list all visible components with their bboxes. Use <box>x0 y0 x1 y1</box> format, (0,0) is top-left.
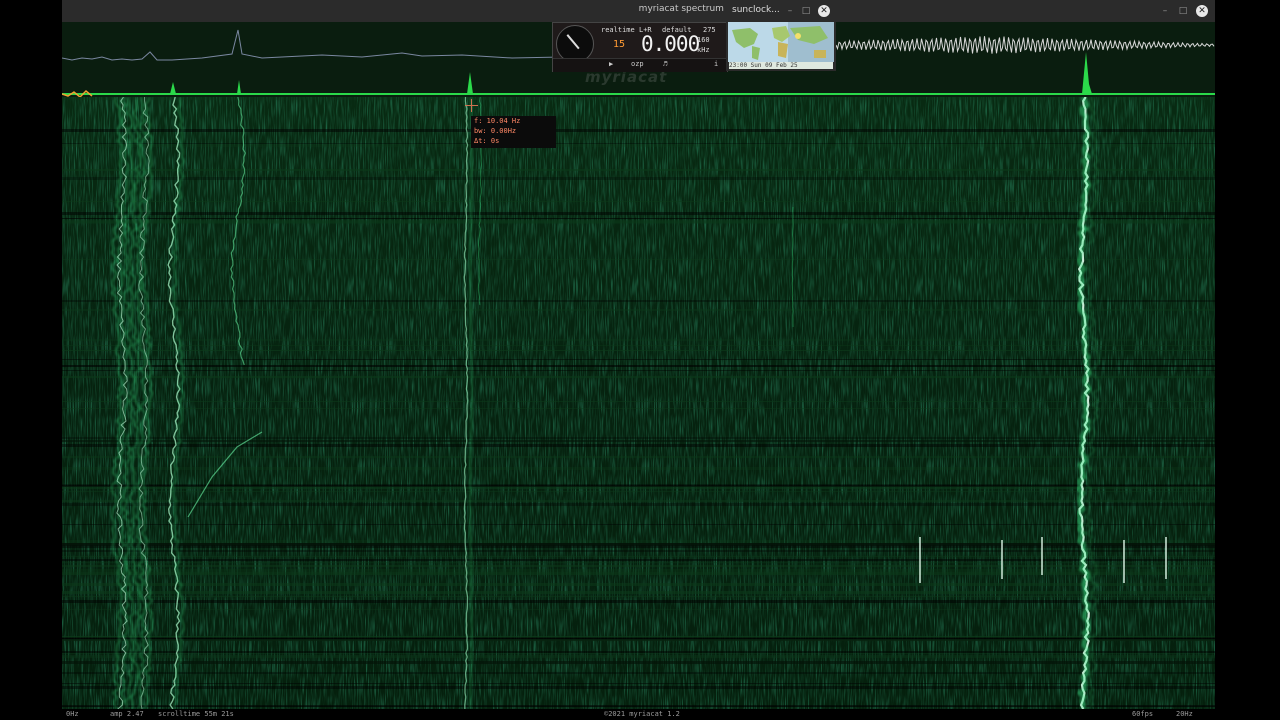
tuner-digit: 15 <box>613 39 626 50</box>
music-icon[interactable]: ♬ <box>663 60 667 68</box>
waterfall-band <box>62 146 1215 147</box>
tuner-button-row: ▶ ozp ♬ i <box>553 58 727 72</box>
sunclock-minimize-icon[interactable]: – <box>784 5 796 17</box>
waterfall-band <box>62 169 1215 171</box>
waterfall-band <box>62 583 1215 586</box>
sunclock-maximize-icon[interactable]: □ <box>800 5 812 17</box>
tuner-mode[interactable]: realtime <box>601 26 635 34</box>
waterfall-band <box>62 600 1215 603</box>
close-icon[interactable]: ✕ <box>1196 5 1208 17</box>
cursor-readout: f: 10.04 Hz bw: 0.00Hz Δt: 0s <box>471 116 556 148</box>
sunclock-window[interactable]: sunclock... – □ ✕ 23:00 Sun 09 Feb 25 <box>726 0 836 71</box>
status-right-frequency: 20Hz <box>1176 710 1193 718</box>
spectrum-peak-3 <box>170 82 176 94</box>
waterfall-band <box>62 339 1215 341</box>
waterfall-band <box>62 639 1215 641</box>
waterfall-band <box>62 609 1215 610</box>
waterfall-band <box>62 401 1215 402</box>
tuner-frequency: 0.000 <box>641 32 700 56</box>
waterfall-band <box>62 672 1215 674</box>
tuner-bins: 275 <box>703 26 716 34</box>
maximize-icon[interactable]: □ <box>1177 5 1189 17</box>
tuner-panel[interactable]: realtime L+R default 275 15 0.000 160 kH… <box>552 22 728 72</box>
waterfall-band <box>62 129 1215 132</box>
ozp-button[interactable]: ozp <box>631 60 644 68</box>
waterfall-band <box>62 440 1215 442</box>
waterfall-display[interactable] <box>62 97 1215 709</box>
tuner-unit: kHz <box>697 46 710 54</box>
waterfall-band <box>62 467 1215 470</box>
dial-needle <box>566 34 580 50</box>
waterfall-band <box>62 437 1215 439</box>
play-icon[interactable]: ▶ <box>609 60 613 68</box>
waterfall-band <box>62 259 1215 260</box>
waterfall-band <box>62 686 1215 689</box>
waterfall-band <box>62 651 1215 653</box>
status-amp: amp 2.47 <box>110 710 144 718</box>
waterfall-band <box>62 591 1215 594</box>
waterfall-band <box>62 655 1215 658</box>
waterfall-band <box>62 683 1215 684</box>
waterfall-band <box>62 653 1215 654</box>
waterfall-band <box>62 524 1215 525</box>
waterfall-band <box>62 503 1215 506</box>
waterfall-band <box>62 97 1215 100</box>
waterfall-band <box>62 370 1215 371</box>
status-copyright: ©2021 myriacat 1.2 <box>604 710 680 718</box>
readout-delta-time: Δt: 0s <box>474 137 500 145</box>
waterfall-band <box>62 359 1215 360</box>
waterfall-band <box>62 144 1215 146</box>
waterfall-band <box>62 300 1215 302</box>
world-map <box>728 22 834 62</box>
waterfall-band <box>62 376 1215 378</box>
oscilloscope-wave <box>836 36 1215 54</box>
waterfall-band <box>62 212 1215 215</box>
info-icon[interactable]: i <box>714 60 718 68</box>
waterfall-band <box>62 500 1215 502</box>
waterfall-band <box>62 143 1215 144</box>
waterfall-band <box>62 636 1215 638</box>
waterfall-band <box>62 596 1215 597</box>
waterfall-band <box>62 177 1215 180</box>
waterfall-band <box>62 220 1215 223</box>
status-bar: 0Hz amp 2.47 scrolltime 55m 21s ©2021 my… <box>62 709 1215 720</box>
spectrum-peak-4 <box>237 80 241 94</box>
sunclock-close-icon[interactable]: ✕ <box>818 5 830 17</box>
waterfall-noise <box>62 97 1215 709</box>
waterfall-band <box>62 365 1215 367</box>
oscilloscope-trace <box>836 36 1215 54</box>
waterfall-band <box>62 408 1215 409</box>
waterfall-band <box>62 705 1215 707</box>
status-fps: 60fps <box>1132 710 1154 718</box>
waterfall-band <box>62 218 1215 219</box>
readout-frequency: f: 10.04 Hz <box>474 117 521 125</box>
sunclock-time: 23:00 Sun 09 Feb 25 <box>729 62 833 69</box>
waterfall-band <box>62 484 1215 487</box>
crosshair-vertical <box>471 99 472 112</box>
readout-bandwidth: bw: 0.00Hz <box>474 127 517 135</box>
status-left-frequency: 0Hz <box>66 710 79 718</box>
status-scrolltime: scrolltime 55m 21s <box>158 710 234 718</box>
spectrum-peak-2 <box>467 72 473 94</box>
spectrum-history-trace <box>62 29 563 61</box>
minimize-icon[interactable]: – <box>1159 5 1171 17</box>
waterfall-band <box>62 444 1215 447</box>
waterfall-band <box>62 201 1215 202</box>
title-bar[interactable]: myriacat spectrum analyzer – □ ✕ <box>62 0 1215 23</box>
waterfall-band <box>62 491 1215 492</box>
waterfall-band <box>62 345 1215 346</box>
waterfall-band <box>62 456 1215 458</box>
sunclock-title: sunclock... <box>732 5 780 15</box>
tuner-rate: 160 <box>697 36 710 44</box>
waterfall-band <box>62 661 1215 664</box>
waterfall-band <box>62 350 1215 351</box>
